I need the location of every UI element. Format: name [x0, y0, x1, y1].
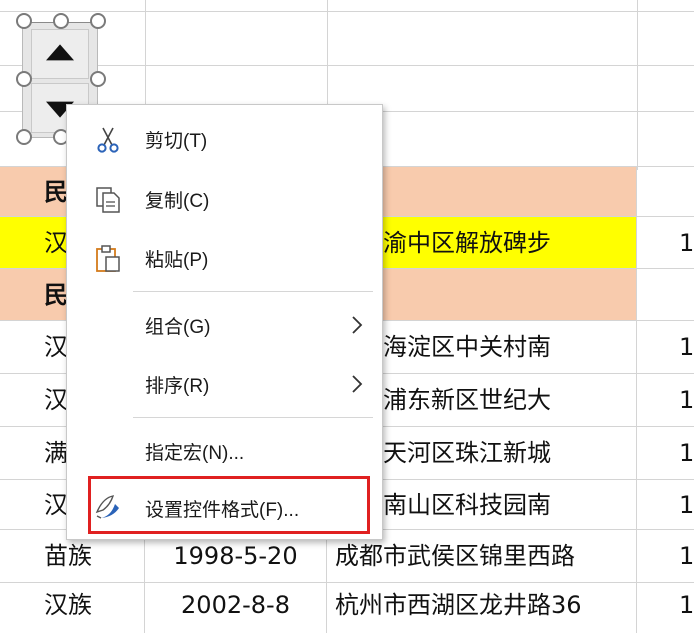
cell-ethnicity[interactable]: 汉族	[0, 583, 145, 633]
menu-item-label: 排序(R)	[145, 375, 210, 397]
menu-item-label: 剪切(T)	[145, 130, 208, 152]
cell-address[interactable]: 杭州市西湖区龙井路36	[327, 583, 637, 633]
menu-item-label: 组合(G)	[145, 316, 211, 338]
chevron-right-icon	[352, 375, 363, 393]
cell-extra[interactable]: 1	[637, 480, 694, 529]
cell-extra[interactable]: 1	[637, 321, 694, 373]
cell-extra[interactable]: 1	[637, 530, 694, 582]
spin-up-button[interactable]	[31, 29, 89, 79]
chevron-right-icon	[352, 316, 363, 334]
resize-handle[interactable]	[16, 13, 32, 29]
menu-item-copy[interactable]: 复制(C)	[67, 174, 382, 224]
menu-item-label: 复制(C)	[145, 190, 210, 212]
resize-handle[interactable]	[90, 71, 106, 87]
scissors-icon	[97, 127, 119, 153]
menu-item-assign-macro[interactable]: 指定宏(N)...	[67, 426, 382, 476]
menu-item-cut[interactable]: 剪切(T)	[67, 114, 382, 164]
paste-icon	[96, 245, 120, 272]
cell-extra[interactable]: 1	[637, 583, 694, 633]
cell-extra[interactable]	[637, 269, 694, 320]
cell-extra[interactable]: 1	[637, 217, 694, 268]
copy-icon	[96, 187, 120, 213]
table-row[interactable]: 汉族 2002-8-8 杭州市西湖区龙井路36 1	[0, 583, 694, 633]
cell-birthdate[interactable]: 2002-8-8	[145, 583, 327, 633]
resize-handle[interactable]	[90, 13, 106, 29]
resize-handle[interactable]	[16, 129, 32, 145]
cell-extra[interactable]	[637, 167, 694, 216]
menu-item-label: 指定宏(N)...	[145, 442, 245, 464]
arrow-up-icon	[46, 44, 74, 61]
menu-item-sort[interactable]: 排序(R)	[67, 359, 382, 409]
highlight-box	[88, 476, 370, 534]
context-menu: 剪切(T) 复制(C) 粘贴(P) 组合(G) 排序(R) 指定宏(N)...	[66, 104, 383, 540]
row-top-strip	[0, 0, 694, 12]
cell-extra[interactable]: 1	[637, 427, 694, 479]
resize-handle[interactable]	[53, 13, 69, 29]
menu-separator	[133, 291, 373, 292]
menu-item-label: 粘贴(P)	[145, 249, 209, 271]
menu-separator	[133, 417, 373, 418]
cell-extra[interactable]: 1	[637, 374, 694, 426]
resize-handle[interactable]	[16, 71, 32, 87]
menu-item-paste[interactable]: 粘贴(P)	[67, 233, 382, 283]
menu-item-group[interactable]: 组合(G)	[67, 300, 382, 350]
